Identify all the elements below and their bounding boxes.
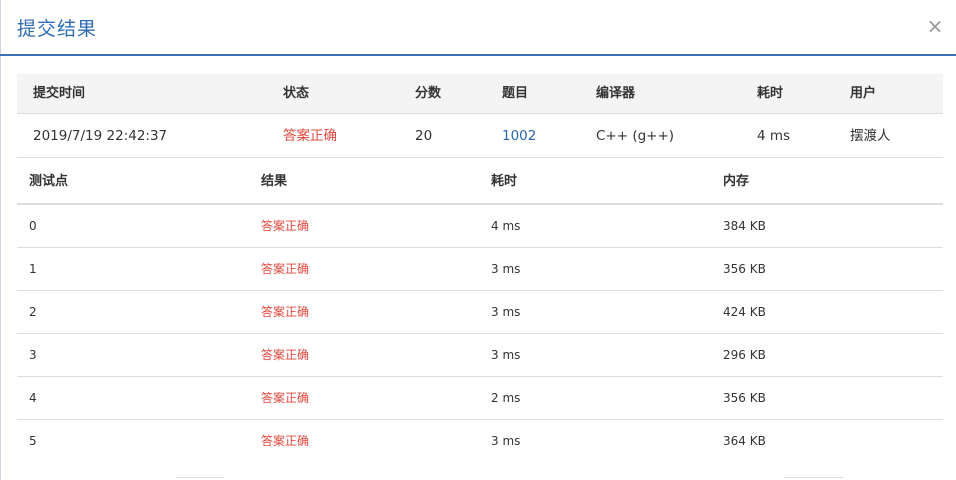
testcase-result: 答案正确 [261,305,310,319]
testcase-result: 答案正确 [261,391,310,405]
header-time: 耗时 [757,86,784,101]
status-badge: 答案正确 [283,128,337,144]
submit-time: 2019/7/19 22:42:37 [33,128,168,144]
close-icon[interactable]: × [926,15,944,37]
compiler: C++ (g++) [596,128,675,144]
testcase-id: 1 [29,262,37,276]
testcase-table-header: 测试点 结果 耗时 内存 [17,158,943,205]
header-problem: 题目 [502,86,529,101]
testcase-memory: 356 KB [723,262,766,276]
table-row: 3 答案正确 3 ms 296 KB [17,334,943,377]
table-row: 5 答案正确 3 ms 364 KB [17,420,943,463]
testcase-time: 3 ms [491,305,521,319]
problem-link[interactable]: 1002 [502,114,536,158]
header-testcase: 测试点 [29,174,69,189]
testcase-time: 3 ms [491,434,521,448]
testcase-id: 4 [29,391,37,405]
testcase-memory: 356 KB [723,391,766,405]
summary-table-header: 提交时间 状态 分数 题目 编译器 耗时 用户 [17,74,943,114]
score: 20 [415,128,433,144]
testcase-memory: 384 KB [723,219,766,233]
user: 摆渡人 [850,128,891,144]
testcase-id: 5 [29,434,37,448]
header-result: 结果 [261,174,288,189]
table-row: 0 答案正确 4 ms 384 KB [17,205,943,248]
testcase-id: 3 [29,348,37,362]
testcase-result: 答案正确 [261,348,310,362]
run-time: 4 ms [757,128,791,144]
table-row: 2 答案正确 3 ms 424 KB [17,291,943,334]
header-user: 用户 [850,86,877,101]
testcase-id: 2 [29,305,37,319]
table-row: 4 答案正确 2 ms 356 KB [17,377,943,420]
header-memory: 内存 [723,174,750,189]
header-compiler: 编译器 [596,86,636,101]
testcase-result: 答案正确 [261,219,310,233]
testcase-time: 4 ms [491,219,521,233]
dialog-header: 提交结果 × [0,0,956,56]
testcase-time: 3 ms [491,348,521,362]
testcase-memory: 296 KB [723,348,766,362]
bottom-divider [176,477,224,478]
testcase-time: 3 ms [491,262,521,276]
testcase-memory: 424 KB [723,305,766,319]
table-row: 1 答案正确 3 ms 356 KB [17,248,943,291]
dialog-title: 提交结果 [17,18,98,40]
header-submit-time: 提交时间 [33,86,86,101]
bottom-divider [784,477,844,478]
testcase-time: 2 ms [491,391,521,405]
testcase-result: 答案正确 [261,434,310,448]
header-tc-time: 耗时 [491,174,518,189]
summary-row: 2019/7/19 22:42:37 答案正确 20 1002 C++ (g++… [17,114,943,158]
dialog-left-border [0,0,1,480]
testcase-id: 0 [29,219,37,233]
header-score: 分数 [415,86,442,101]
testcase-result: 答案正确 [261,262,310,276]
testcase-memory: 364 KB [723,434,766,448]
header-status: 状态 [283,86,310,101]
